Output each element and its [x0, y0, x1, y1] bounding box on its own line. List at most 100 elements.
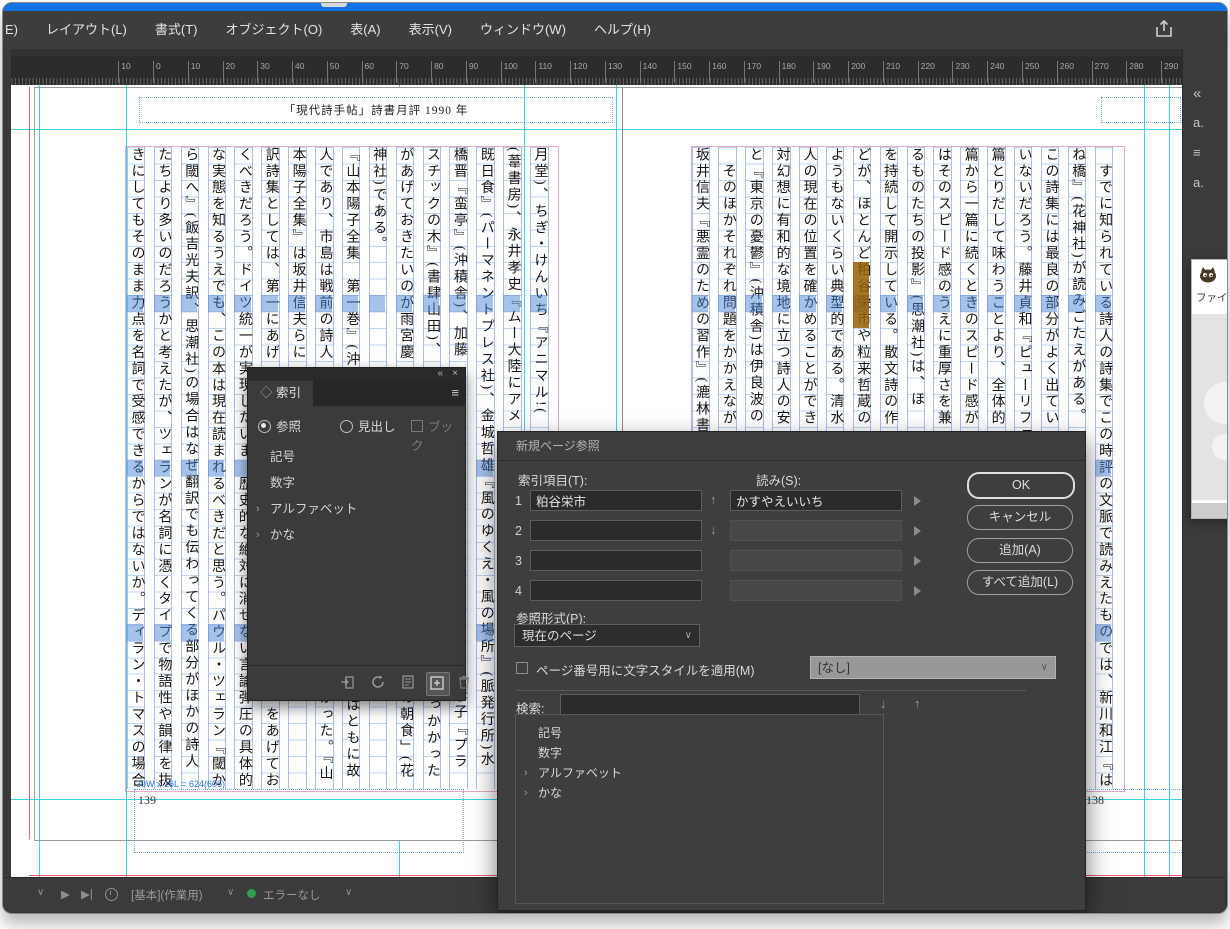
collapse-panel-icon[interactable]: «: [437, 368, 443, 379]
ruler-label: 210: [883, 61, 900, 83]
tree-item-symbols[interactable]: 記号: [248, 444, 465, 470]
next-page-icon[interactable]: ▶: [61, 887, 70, 901]
go-to-marker-icon[interactable]: [400, 674, 418, 692]
menu-item[interactable]: 表(A): [336, 11, 394, 49]
delete-entry-icon[interactable]: [456, 674, 474, 692]
running-header-frame[interactable]: [1101, 97, 1181, 123]
char-style-dropdown: [なし]∨: [810, 656, 1056, 679]
menu-item[interactable]: ウィンドウ(W): [466, 11, 580, 49]
reading-options-icon[interactable]: [914, 496, 921, 506]
left-toolbar-edge: [2, 49, 11, 877]
menu-item[interactable]: E): [2, 11, 32, 49]
index-entry-input-2[interactable]: [530, 520, 702, 541]
menu-item[interactable]: オブジェクト(O): [212, 11, 337, 49]
chevron-down-icon[interactable]: ∨: [227, 887, 234, 898]
document-profile[interactable]: [基本](作業用): [131, 887, 203, 903]
cancel-button[interactable]: キャンセル: [967, 505, 1073, 530]
index-entry-input-3[interactable]: [530, 550, 702, 571]
guide[interactable]: [39, 85, 40, 877]
tree-item-alphabet[interactable]: ›アルファベット: [516, 763, 883, 783]
chevron-right-icon[interactable]: ›: [256, 522, 260, 548]
search-down-icon[interactable]: ↓: [880, 696, 887, 711]
share-icon[interactable]: [1153, 18, 1179, 42]
grid-marker-cell: [503, 295, 520, 311]
chevron-right-icon[interactable]: ›: [524, 763, 528, 783]
reading-options-icon[interactable]: [914, 526, 921, 536]
tree-item-alphabet[interactable]: ›アルファベット: [248, 496, 465, 522]
grid-marker-cell: [315, 295, 332, 311]
menu-item[interactable]: 表示(V): [395, 11, 466, 49]
char-style-checkbox[interactable]: [516, 662, 528, 674]
tree-item-kana[interactable]: ›かな: [516, 783, 883, 803]
radio-topic[interactable]: 見出し: [340, 416, 396, 435]
panel-menu-icon[interactable]: ≡: [451, 385, 459, 400]
horizontal-ruler[interactable]: 1001020304050607080901001101201301401501…: [2, 56, 1186, 86]
ruler-label: 100: [501, 61, 518, 83]
demote-arrow-icon[interactable]: ↓: [710, 522, 717, 537]
add-button[interactable]: 追加(A): [967, 538, 1073, 563]
radio-reference[interactable]: 参照: [258, 416, 301, 435]
running-header-frame[interactable]: 「現代詩手帖」詩書月評 1990 年: [139, 97, 613, 123]
chevron-right-icon[interactable]: ›: [256, 496, 260, 522]
tree-item-kana[interactable]: ›かな: [248, 522, 465, 548]
chevron-down-icon[interactable]: ∨: [37, 887, 44, 898]
index-entry-input-4[interactable]: [530, 580, 702, 601]
ok-button[interactable]: OK: [967, 472, 1075, 499]
tab-index[interactable]: ◇ 索引: [248, 381, 313, 406]
preflight-status[interactable]: エラーなし: [263, 887, 321, 903]
menu-item[interactable]: ヘルプ(H): [580, 11, 665, 49]
grid-marker-cell: [1095, 624, 1112, 640]
last-page-icon[interactable]: ▶|: [81, 887, 93, 901]
index-entry-input-1[interactable]: [530, 490, 702, 511]
text-column[interactable]: ら閾へ』(飯吉光夫訳、思潮社)の場合はなぜ翻訳でも伝わってくる部分がほかの詩人: [181, 147, 200, 789]
dialog-title[interactable]: 新規ページ参照: [498, 432, 1085, 461]
add-all-button[interactable]: すべて追加(L): [967, 570, 1073, 595]
grid-marker-cell: [987, 295, 1004, 311]
guide[interactable]: [1169, 85, 1170, 877]
reference-type-dropdown[interactable]: 現在のページ∨: [514, 624, 700, 647]
grid-marker-cell: [1095, 460, 1112, 476]
grid-marker-cell: [234, 295, 251, 311]
reading-input-1[interactable]: [730, 490, 902, 511]
reading-options-icon[interactable]: [914, 556, 921, 566]
new-index-entry-button[interactable]: [426, 672, 450, 696]
ruler-label: 270: [1092, 61, 1109, 83]
reading-input-4[interactable]: [730, 580, 902, 601]
text-column[interactable]: きにしてもそのまま力点を名詞で受感できるからではないか。ディラン・トマスの場合: [127, 147, 146, 789]
external-app-window[interactable]: ファイ: [1191, 259, 1228, 519]
tree-item-numbers[interactable]: 数字: [248, 470, 465, 496]
page-number-frame[interactable]: [134, 789, 464, 853]
menu-item[interactable]: 書式(T): [141, 11, 212, 49]
grid-marker-cell: [423, 295, 440, 311]
reading-input-2[interactable]: [730, 520, 902, 541]
panel-icon[interactable]: a.: [1193, 115, 1204, 130]
promote-arrow-icon[interactable]: ↑: [710, 492, 717, 507]
tree-item-numbers[interactable]: 数字: [516, 743, 883, 763]
guide[interactable]: [11, 129, 1182, 130]
grid-marker-cell: [799, 295, 816, 311]
grid-marker-cell: [1014, 295, 1031, 311]
reading-input-3[interactable]: [730, 550, 902, 571]
search-input[interactable]: [560, 694, 860, 715]
text-column[interactable]: 既日食』(パーマネントプレス社)、金城哲雄『風のゆくえ・風の場所』(脈発行所)水: [476, 147, 495, 789]
text-column[interactable]: たちより多いのだろうかと考えたが、ツェランが名詞に憑くタイプで物語性や韻律を抜: [154, 147, 173, 789]
text-column[interactable]: すでに知られている詩人の詩集でこの時評の文脈で読みえたものでは、新川和江『は: [1095, 147, 1114, 789]
chevron-right-icon[interactable]: ›: [524, 783, 528, 803]
radio-selected-icon: [258, 420, 271, 433]
create-index-entry-icon[interactable]: [340, 674, 358, 692]
text-column[interactable]: な実態を知るうえでも、この本は現在読まれるべきだと思う。パウル・ツェラン『閾か: [208, 147, 227, 789]
panel-icon[interactable]: ≡: [1193, 145, 1201, 160]
update-preview-icon[interactable]: [370, 674, 388, 692]
tree-item-symbols[interactable]: 記号: [516, 723, 883, 743]
grid-marker-cell: [127, 295, 144, 311]
reading-options-icon[interactable]: [914, 586, 921, 596]
chevron-down-icon[interactable]: ∨: [345, 887, 352, 898]
external-window-label: ファイ: [1196, 290, 1228, 305]
grid-marker-cell: [530, 295, 547, 311]
guide[interactable]: [1144, 85, 1145, 877]
menu-item[interactable]: レイアウト(L): [32, 11, 141, 49]
expand-panels-icon[interactable]: «: [1193, 85, 1201, 102]
close-panel-icon[interactable]: ×: [452, 368, 458, 379]
search-up-icon[interactable]: ↑: [914, 696, 921, 711]
panel-icon[interactable]: a.: [1193, 175, 1204, 190]
